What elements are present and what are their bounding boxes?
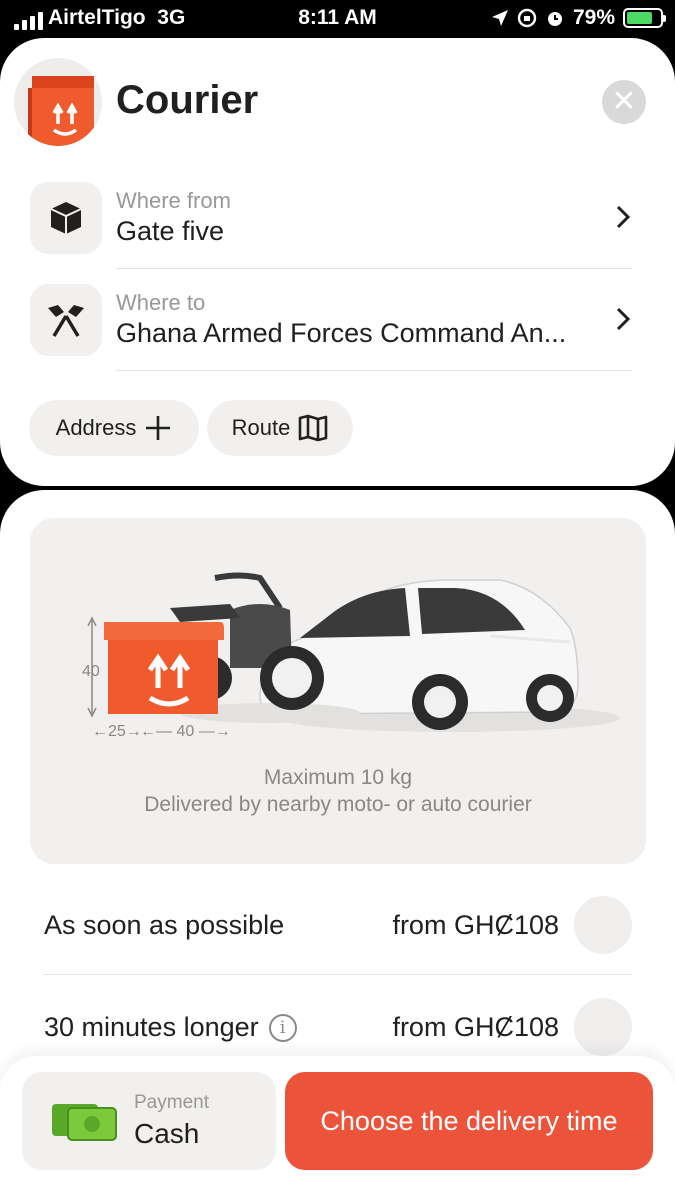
page-title: Courier (116, 78, 259, 122)
route-label: Route (231, 415, 291, 440)
battery-icon (623, 8, 666, 28)
where-to-value: Ghana Armed Forces Command An... (116, 318, 567, 348)
tariff-option-asap[interactable]: As soon as possible from GHȻ108 (0, 888, 675, 984)
battery-percent: 79% (572, 6, 615, 29)
where-from-label: Where from (116, 188, 231, 213)
box-height-label: 40 (82, 663, 100, 680)
delivery-box-illustration (87, 616, 224, 718)
payment-method-button[interactable]: Payment Cash (22, 1072, 276, 1170)
payment-label: Payment (134, 1092, 209, 1113)
plus-icon (146, 416, 171, 440)
where-from-row[interactable]: Where from Gate five (0, 182, 675, 282)
max-weight-text: Maximum 10 kg (263, 766, 413, 789)
status-bar: AirtelTigo 3G 8:11 AM 79% (0, 0, 675, 38)
where-from-value: Gate five (116, 216, 225, 246)
tariff-name: 30 minutes longer (44, 1012, 259, 1042)
route-button[interactable]: Route (207, 400, 353, 456)
box-depth-label: ←25→ (92, 723, 142, 740)
tariff-price: from GHȻ108 (392, 1012, 559, 1042)
add-address-label: Address (55, 415, 137, 440)
cash-icon (52, 1104, 117, 1141)
alarm-icon (547, 12, 562, 26)
delivered-by-text: Delivered by nearby moto- or auto courie… (144, 793, 532, 816)
add-address-button[interactable]: Address (29, 400, 199, 456)
where-to-row[interactable]: Where to Ghana Armed Forces Command An..… (0, 284, 675, 384)
chevron-right-icon (616, 205, 631, 229)
courier-info-banner: 40 ←25→ ←— 40 —→ Maximum 10 kg Delivered… (30, 518, 646, 864)
courier-box-icon (14, 58, 102, 146)
bottom-bar: Payment Cash Choose the delivery time (0, 1056, 675, 1200)
route-card: Courier ✕ Where from Gate five Where to … (0, 38, 675, 486)
rotation-lock-icon (517, 8, 537, 28)
tariff-price: from GHȻ108 (392, 910, 559, 940)
payment-value: Cash (134, 1118, 200, 1149)
info-icon[interactable]: i (268, 1013, 297, 1042)
choose-delivery-time-button[interactable]: Choose the delivery time (285, 1072, 653, 1170)
tariff-name: As soon as possible (44, 910, 285, 940)
where-to-label: Where to (116, 290, 206, 315)
cta-label: Choose the delivery time (320, 1106, 618, 1136)
tariff-radio[interactable] (574, 998, 632, 1056)
flags-icon (30, 284, 102, 356)
location-arrow-icon (491, 10, 508, 26)
chevron-right-icon (616, 307, 631, 331)
box-width-label: ←— 40 —→ (140, 723, 231, 740)
tariff-radio[interactable] (574, 896, 632, 954)
map-icon (299, 414, 328, 442)
close-icon[interactable]: ✕ (602, 80, 646, 124)
package-icon (30, 182, 102, 254)
